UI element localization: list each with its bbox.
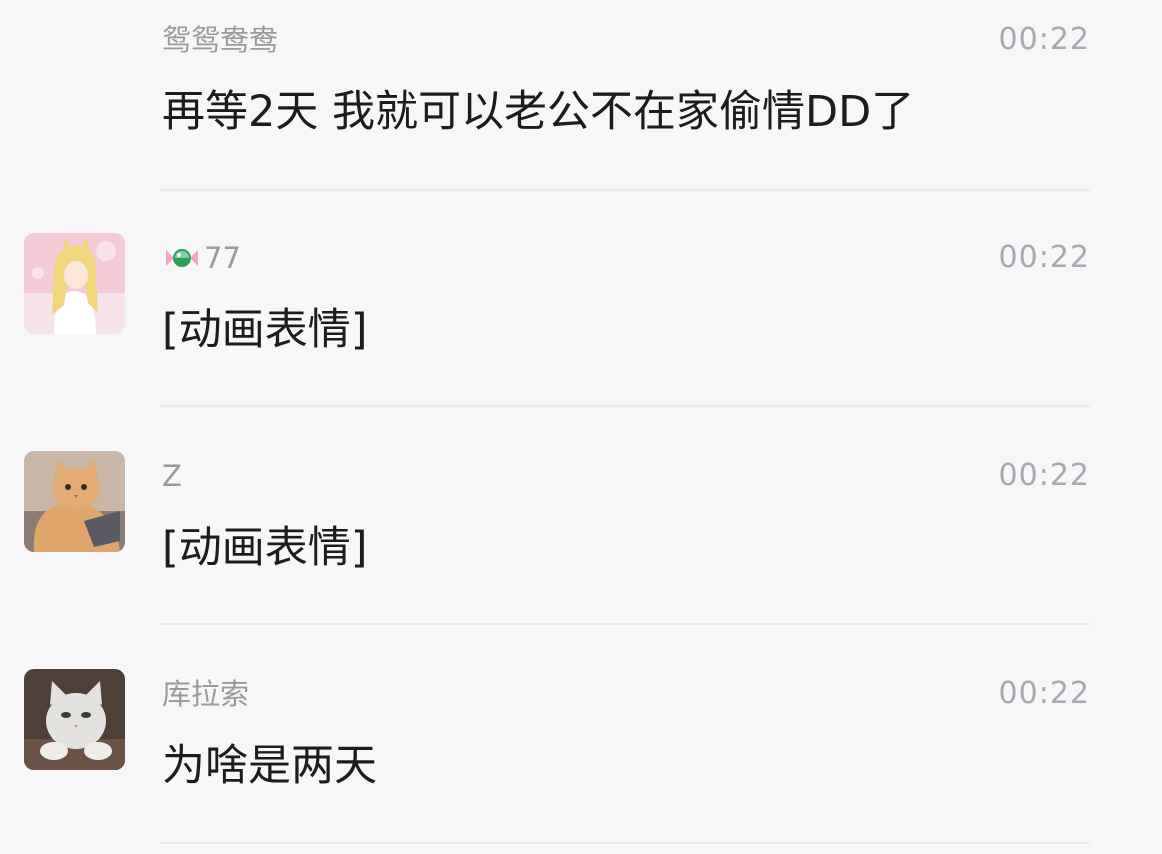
divider: [160, 405, 1090, 407]
message-text: 再等2天 我就可以老公不在家偷情DD了: [162, 87, 915, 137]
divider: [160, 623, 1090, 625]
sender-name: Z: [162, 459, 182, 493]
white-cat-avatar[interactable]: [24, 669, 125, 770]
sender-name: 库拉索: [162, 677, 250, 711]
divider: [160, 189, 1090, 191]
candy-icon: [162, 244, 202, 272]
message-text: [动画表情]: [162, 523, 368, 573]
message-time: 00:22: [998, 22, 1090, 57]
orange-cat-avatar[interactable]: [24, 451, 125, 552]
sender-name: 鸳鸳鸯鸯: [162, 23, 279, 57]
sender-name-row: 77: [162, 240, 241, 276]
message-time: 00:22: [998, 458, 1090, 493]
message-text: [动画表情]: [162, 305, 368, 355]
message-text: 为啥是两天: [162, 741, 377, 791]
anime-girl-avatar[interactable]: [24, 233, 125, 334]
message-time: 00:22: [998, 240, 1090, 275]
message-time: 00:22: [998, 676, 1090, 711]
sender-name: 77: [204, 241, 241, 275]
chat-message-list: 鸳鸳鸯鸯 00:22 再等2天 我就可以老公不在家偷情DD了 77 00:22 …: [0, 0, 1162, 854]
divider: [160, 842, 1090, 844]
